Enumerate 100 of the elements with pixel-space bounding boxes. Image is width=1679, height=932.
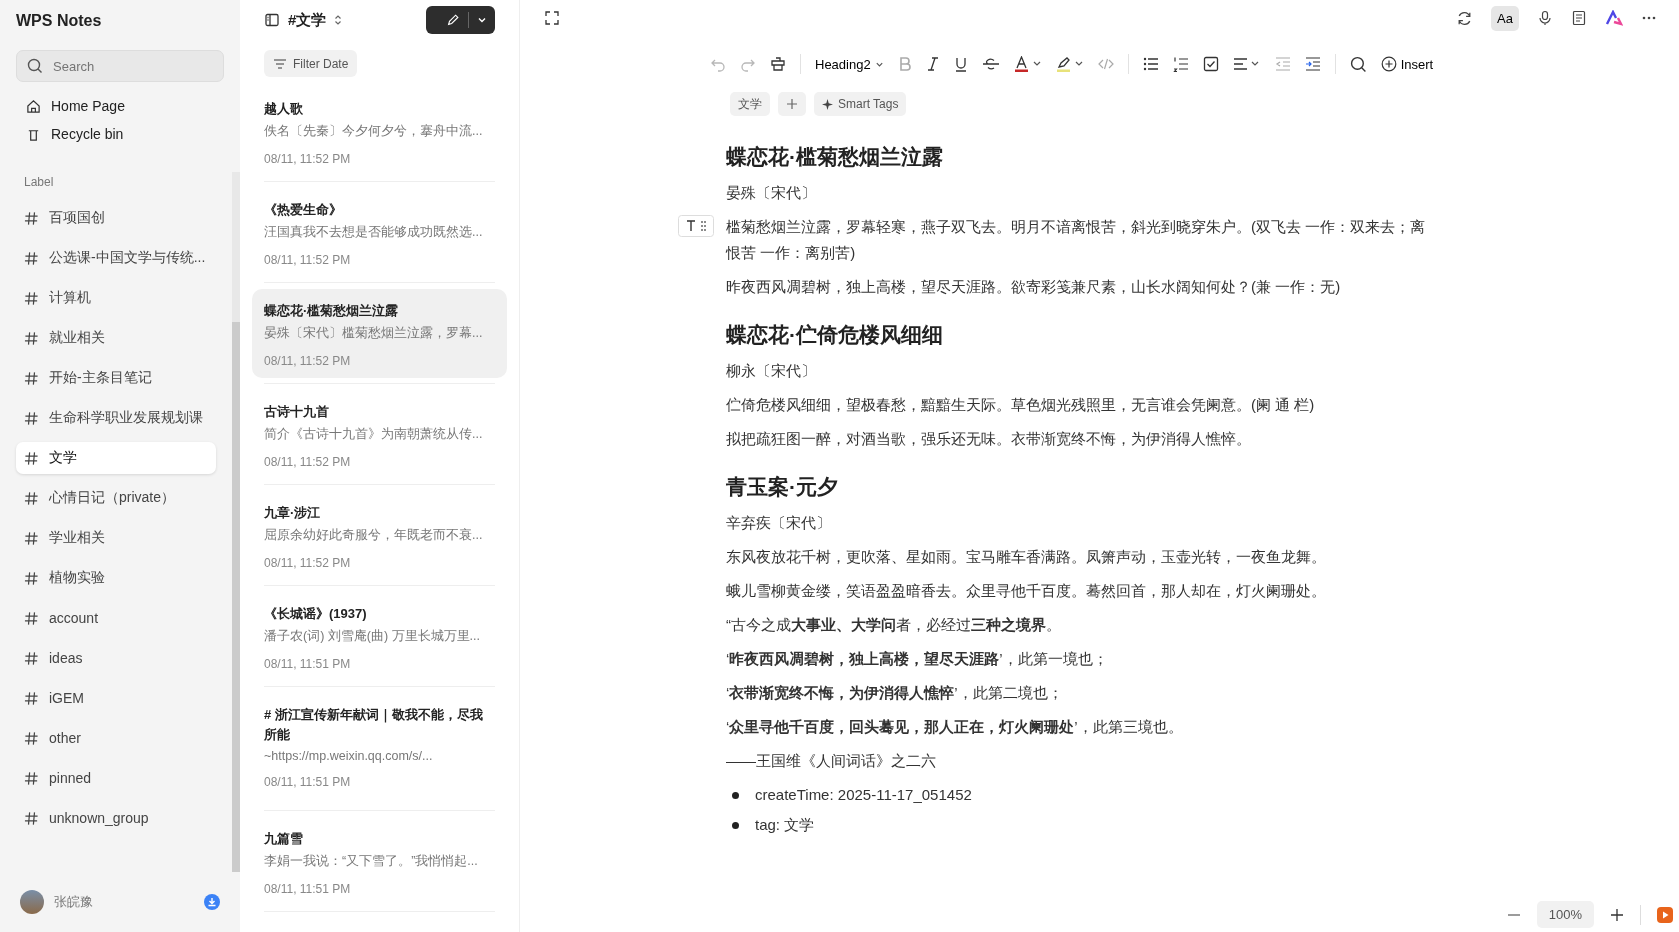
paragraph: “古今之成大事业、大学问者，必经过三种之境界。 — [726, 615, 1062, 635]
label-item[interactable]: 就业相关 — [16, 322, 216, 354]
filter-icon — [273, 57, 287, 70]
zoom-in-icon[interactable] — [1610, 907, 1624, 922]
hash-icon — [24, 450, 39, 466]
filter-button[interactable]: Filter Date — [264, 50, 358, 77]
hash-icon — [24, 370, 39, 386]
highlighter-icon[interactable] — [1055, 56, 1084, 72]
user-name: 张皖豫 — [54, 893, 94, 911]
label-item[interactable]: 百项国创 — [16, 202, 216, 234]
hash-icon — [24, 330, 39, 346]
play-icon[interactable] — [1657, 906, 1673, 923]
note-time: 08/11, 11:52 PM — [264, 354, 352, 368]
doc-heading: 蝶恋花·槛菊愁烟兰泣露 — [726, 144, 944, 170]
label-item[interactable]: 生命科学职业发展规划课 — [16, 402, 216, 434]
label-item[interactable]: 心情日记（private） — [16, 482, 216, 514]
microphone-icon[interactable] — [1537, 10, 1553, 26]
note-time: 08/11, 11:51 PM — [264, 657, 352, 671]
note-title: 古诗十九首 — [264, 403, 330, 421]
numbered-list-icon[interactable] — [1172, 56, 1189, 72]
hash-icon — [24, 730, 39, 746]
label-item[interactable]: ideas — [16, 642, 216, 674]
label-item[interactable]: 植物实验 — [16, 562, 216, 594]
scrollbar[interactable] — [232, 172, 240, 872]
fullscreen-icon[interactable] — [544, 10, 560, 26]
home-icon — [26, 98, 41, 114]
label-item[interactable]: unknown_group — [16, 802, 216, 834]
bullet-icon — [732, 791, 739, 799]
label-item[interactable]: 计算机 — [16, 282, 216, 314]
note-title: 蝶恋花·槛菊愁烟兰泣露 — [264, 302, 400, 320]
label-item[interactable]: iGEM — [16, 682, 216, 714]
pencil-icon — [446, 13, 460, 27]
sidebar-toggle-icon[interactable] — [264, 12, 280, 28]
label-item[interactable]: 学业相关 — [16, 522, 216, 554]
new-note-button[interactable] — [426, 6, 495, 34]
smart-tags-button[interactable]: Smart Tags — [814, 92, 907, 116]
paragraph: 槛菊愁烟兰泣露，罗幕轻寒，燕子双飞去。明月不谙离恨苦，斜光到晓穿朱户。(双飞去 一作：双来去；离恨苦 一作：离别苦) — [726, 217, 1426, 263]
note-time: 08/11, 11:52 PM — [264, 455, 352, 469]
block-handle-icon[interactable] — [678, 215, 714, 237]
note-title: # 浙江宣传新年献词｜敬我不能，尽我所能 — [264, 706, 484, 744]
note-title: 越人歌 — [264, 100, 304, 118]
note-preview: 汪国真我不去想是否能够成功既然选... — [264, 224, 484, 241]
search-icon[interactable] — [1349, 55, 1367, 73]
font-button[interactable]: Aa — [1491, 5, 1519, 31]
label-item[interactable]: 文学 — [16, 442, 216, 474]
tag-chip[interactable]: 文学 — [730, 92, 770, 116]
italic-icon[interactable] — [925, 56, 940, 72]
search-icon — [27, 58, 43, 74]
hash-icon — [24, 570, 39, 586]
avatar[interactable] — [20, 890, 44, 914]
checkbox-icon[interactable] — [1202, 56, 1219, 72]
doc-heading: 青玉案·元夕 — [726, 474, 839, 500]
label-item[interactable]: 公选课-中国文学与传统... — [16, 242, 216, 274]
hash-icon — [24, 690, 39, 706]
author-line: 晏殊〔宋代〕 — [726, 183, 817, 203]
note-preview: 佚名〔先秦〕今夕何夕兮，搴舟中流... — [264, 123, 484, 140]
paragraph: 蛾儿雪柳黄金缕，笑语盈盈暗香去。众里寻他千百度。蓦然回首，那人却在，灯火阑珊处。 — [726, 581, 1327, 601]
nav-item[interactable]: Recycle bin — [16, 122, 224, 142]
list-item-text: tag: 文学 — [755, 815, 815, 835]
hash-icon — [24, 530, 39, 546]
nav-item[interactable]: Home Page — [16, 90, 224, 122]
hash-icon — [24, 610, 39, 626]
note-time: 08/11, 11:51 PM — [264, 882, 352, 896]
hash-icon — [24, 490, 39, 506]
bullet-list-icon[interactable] — [1142, 56, 1159, 72]
note-preview: 潘子农(词) 刘雪庵(曲) 万里长城万里... — [264, 628, 481, 645]
hash-icon — [24, 410, 39, 426]
hash-icon — [24, 290, 39, 306]
zoom-level[interactable]: 100% — [1536, 901, 1594, 928]
text-color-icon[interactable] — [1013, 56, 1042, 72]
align-icon[interactable] — [1232, 56, 1261, 72]
label-item[interactable]: account — [16, 602, 216, 634]
label-item[interactable]: other — [16, 722, 216, 754]
author-line: 辛弃疾〔宋代〕 — [726, 513, 832, 533]
format-clear-icon[interactable] — [770, 56, 786, 72]
note-preview: ~https://mp.weixin.qq.com/s/... — [264, 749, 434, 763]
download-icon[interactable] — [204, 894, 220, 910]
heading-dropdown[interactable]: Heading2 — [815, 56, 884, 72]
bullet-icon — [732, 821, 739, 829]
add-tag-button[interactable] — [778, 92, 806, 116]
indent-icon[interactable] — [1304, 56, 1321, 72]
label-item[interactable]: 开始-主条目笔记 — [16, 362, 216, 394]
sparkle-icon — [822, 98, 833, 110]
search-input[interactable]: Search — [51, 57, 205, 75]
paragraph: 昨夜西风凋碧树，独上高楼，望尽天涯路。欲寄彩笺兼尺素，山长水阔知何处？(兼 一作：无) — [726, 277, 1342, 297]
insert-button[interactable]: Insert — [1380, 56, 1434, 72]
underline-icon[interactable] — [953, 56, 968, 72]
list-title[interactable]: #文学 — [288, 10, 327, 30]
label-item[interactable]: pinned — [16, 762, 216, 794]
note-time: 08/11, 11:52 PM — [264, 556, 352, 570]
search-field[interactable]: Search — [16, 50, 224, 82]
note-time: 08/11, 11:52 PM — [264, 253, 352, 267]
hash-icon — [24, 650, 39, 666]
paragraph: ‘衣带渐宽终不悔，为伊消得人憔悴’，此第二境也； — [726, 683, 1064, 703]
hash-icon — [24, 810, 39, 826]
sort-icon[interactable] — [334, 14, 343, 26]
document-icon[interactable] — [1571, 10, 1587, 26]
strikethrough-icon[interactable] — [981, 56, 1000, 72]
ai-logo-icon[interactable] — [1605, 10, 1623, 26]
note-preview: 屈原余幼好此奇服兮，年既老而不衰... — [264, 527, 484, 544]
